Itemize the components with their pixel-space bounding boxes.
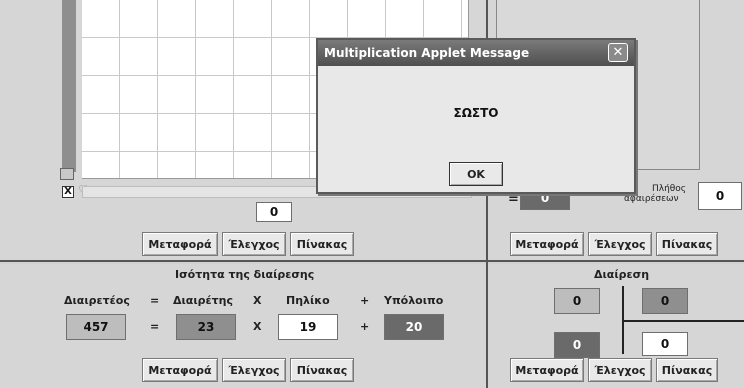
board-button-bottom-right[interactable]: Πίνακας — [656, 358, 718, 382]
x-marker[interactable]: X — [62, 186, 74, 198]
count-label-line2: αφαιρέσεων — [624, 194, 679, 204]
header-plus: + — [360, 294, 370, 307]
header-times: X — [253, 294, 262, 307]
dialog-title-bar[interactable]: Multiplication Applet Message — [318, 40, 634, 66]
message-dialog: Multiplication Applet Message ✕ ΣΩΣΤΟ OK — [316, 38, 636, 194]
equality-title: Ισότητα της διαίρεσης — [175, 268, 315, 281]
remainder-field[interactable]: 20 — [384, 314, 444, 340]
board-button-top-left[interactable]: Πίνακας — [290, 232, 354, 256]
dialog-title: Multiplication Applet Message — [324, 46, 530, 60]
division-divisor-box[interactable]: 0 — [642, 288, 688, 314]
header-eq: = — [150, 294, 160, 307]
check-button-bottom-right[interactable]: Έλεγχος — [588, 358, 652, 382]
header-dividend: Διαιρετέος — [64, 294, 130, 307]
header-quotient: Πηλίκο — [286, 294, 330, 307]
check-button-bottom-left[interactable]: Έλεγχος — [222, 358, 286, 382]
division-remainder-box[interactable]: 0 — [554, 332, 600, 358]
divisor-field[interactable]: 23 — [176, 314, 236, 340]
check-button-top-left[interactable]: Έλεγχος — [222, 232, 286, 256]
count-label-line1: Πλήθος — [652, 184, 687, 194]
dividend-field[interactable]: 457 — [66, 314, 126, 340]
division-quotient-box[interactable]: 0 — [642, 332, 688, 356]
dotted-arrow-icon[interactable] — [60, 168, 74, 180]
vertical-slider-track[interactable] — [62, 0, 76, 172]
dialog-message: ΣΩΣΤΟ — [453, 106, 499, 120]
value-plus: + — [360, 320, 370, 333]
equality-panel: Ισότητα της διαίρεσης Διαιρετέος = Διαιρ… — [0, 264, 486, 388]
header-divisor: Διαιρέτης — [173, 294, 234, 307]
header-remainder: Υπόλοιπο — [384, 294, 444, 307]
transfer-button-top-left[interactable]: Μεταφορά — [142, 232, 218, 256]
transfer-button-top-right[interactable]: Μεταφορά — [510, 232, 584, 256]
division-horizontal-line — [624, 320, 744, 322]
division-title: Διαίρεση — [594, 268, 650, 281]
equals-sign: = — [508, 192, 519, 207]
division-dividend-box[interactable]: 0 — [554, 288, 600, 314]
transfer-button-bottom-left[interactable]: Μεταφορά — [142, 358, 218, 382]
division-panel: Διαίρεση 0 0 0 0 Μεταφορά Έλεγχος Πίνακα… — [488, 264, 744, 388]
quotient-field[interactable]: 19 — [278, 314, 338, 340]
value-eq: = — [150, 320, 160, 333]
ok-button[interactable]: OK — [449, 162, 503, 186]
value-times: X — [253, 320, 262, 333]
grid-counter-field: 0 — [256, 202, 292, 222]
transfer-button-bottom-right[interactable]: Μεταφορά — [510, 358, 584, 382]
board-button-bottom-left[interactable]: Πίνακας — [290, 358, 354, 382]
subtraction-count-field: 0 — [698, 182, 742, 210]
check-button-top-right[interactable]: Έλεγχος — [588, 232, 652, 256]
board-button-top-right[interactable]: Πίνακας — [656, 232, 718, 256]
close-icon[interactable]: ✕ — [608, 43, 628, 62]
